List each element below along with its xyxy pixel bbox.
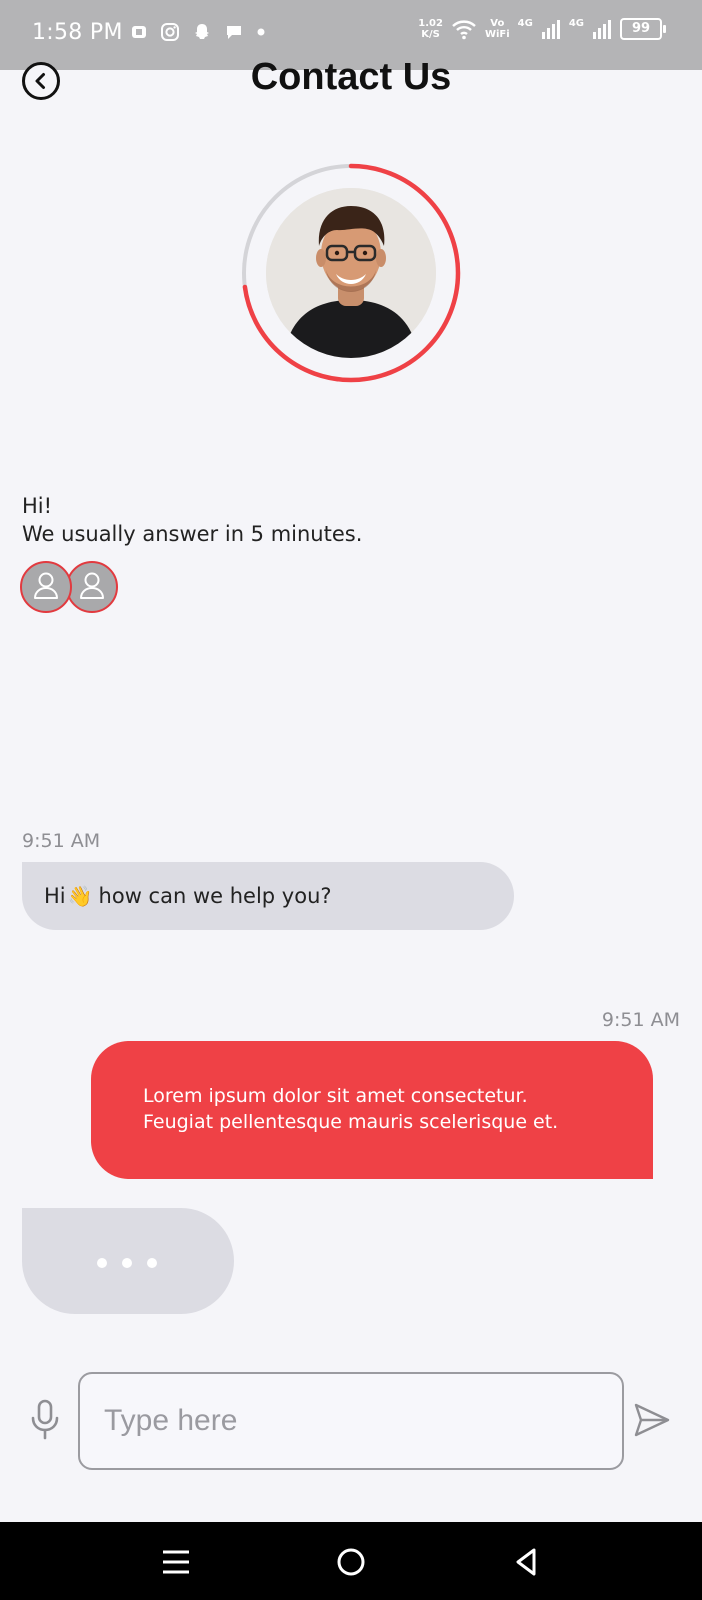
microphone-button[interactable] bbox=[28, 1398, 62, 1442]
microphone-icon bbox=[31, 1399, 59, 1440]
system-navigation-bar bbox=[0, 1522, 702, 1600]
app-notification-icon bbox=[132, 26, 146, 38]
network-type-2: 4G bbox=[568, 18, 584, 29]
status-time: 1:58 PM bbox=[32, 20, 123, 45]
notification-icons bbox=[130, 22, 266, 42]
battery-level: 99 bbox=[631, 21, 651, 36]
vowifi-indicator: Vo WiFi bbox=[485, 18, 510, 40]
typing-dot bbox=[122, 1258, 132, 1268]
triangle-back-icon bbox=[516, 1548, 536, 1576]
menu-lines-icon bbox=[163, 1550, 189, 1574]
system-icons: 1.02 K/S Vo WiFi 4G 4G 99 bbox=[418, 18, 666, 40]
battery-icon: 99 bbox=[620, 18, 666, 40]
recent-apps-button[interactable] bbox=[158, 1544, 194, 1580]
greeting-line-1: Hi! bbox=[22, 494, 53, 518]
greeting-line-2: We usually answer in 5 minutes. bbox=[22, 522, 363, 546]
more-notifications-dot-icon bbox=[257, 28, 265, 36]
agent-avatars bbox=[20, 561, 120, 617]
message-timestamp: 9:51 AM bbox=[22, 830, 101, 852]
outgoing-message-bubble: Lorem ipsum dolor sit amet consectetur. … bbox=[91, 1041, 653, 1179]
network-speed-value: 1.02 bbox=[418, 18, 443, 29]
signal-strength-icon-2 bbox=[593, 20, 611, 39]
agent-avatar-1 bbox=[20, 561, 72, 613]
network-speed-unit: K/S bbox=[421, 29, 440, 40]
network-speed: 1.02 K/S bbox=[418, 18, 443, 40]
page-title: Contact Us bbox=[250, 56, 452, 98]
incoming-message-bubble: Hi 👋 how can we help you? bbox=[22, 862, 514, 930]
greeting-text: Hi! We usually answer in 5 minutes. bbox=[22, 492, 362, 548]
home-circle-icon bbox=[337, 1548, 365, 1576]
message-line-2: Feugiat pellentesque mauris scelerisque … bbox=[143, 1111, 559, 1133]
message-input[interactable] bbox=[78, 1372, 624, 1470]
back-nav-button[interactable] bbox=[508, 1544, 544, 1580]
agent-avatar-2 bbox=[66, 561, 118, 613]
message-line-1: Lorem ipsum dolor sit amet consectetur. bbox=[143, 1085, 528, 1107]
send-button[interactable] bbox=[632, 1400, 672, 1440]
message-timestamp: 9:51 AM bbox=[601, 1009, 680, 1031]
chat-app-icon bbox=[227, 26, 241, 39]
signal-strength-icon bbox=[541, 20, 560, 39]
user-icon bbox=[34, 572, 58, 599]
home-button[interactable] bbox=[333, 1544, 369, 1580]
person-portrait bbox=[266, 188, 436, 358]
message-text-end: how can we help you? bbox=[98, 884, 332, 908]
support-agent-avatar bbox=[238, 160, 464, 386]
send-icon bbox=[634, 1403, 670, 1437]
vowifi-vo: Vo bbox=[490, 18, 505, 29]
avatar-photo bbox=[266, 188, 436, 358]
vowifi-wifi: WiFi bbox=[484, 29, 510, 40]
instagram-icon bbox=[161, 23, 179, 41]
waving-hand-emoji: 👋 bbox=[67, 884, 93, 908]
snapchat-icon bbox=[195, 24, 209, 39]
typing-indicator bbox=[22, 1208, 234, 1314]
wifi-icon bbox=[452, 20, 476, 40]
network-type-1: 4G bbox=[517, 18, 533, 29]
user-icon bbox=[80, 572, 104, 599]
typing-dot bbox=[97, 1258, 107, 1268]
typing-dot bbox=[147, 1258, 157, 1268]
message-text-start: Hi bbox=[44, 884, 66, 908]
